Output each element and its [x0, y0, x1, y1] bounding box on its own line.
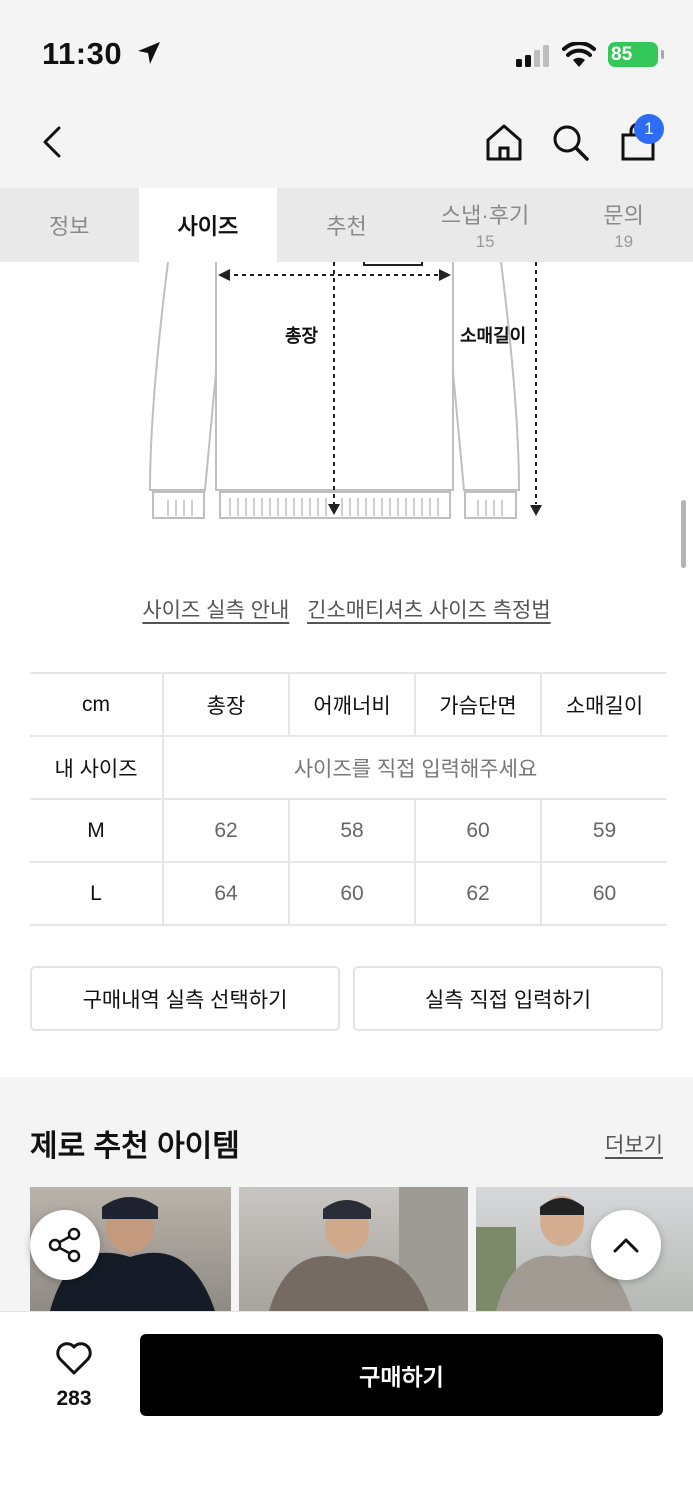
- tab-label: 추천: [326, 214, 367, 239]
- nav-bar: [0, 100, 693, 188]
- scroll-indicator[interactable]: [681, 500, 686, 568]
- product-image[interactable]: [238, 1187, 468, 1311]
- bottom-purchase-bar: 283 구매하기: [0, 1311, 693, 1500]
- recommendation-section: 제로 추천 아이템 더보기: [0, 1077, 693, 1317]
- size-diagram: 총장 소매길이: [0, 261, 693, 552]
- size-table: cm 총장 어깨너비 가슴단면 소매길이 내 사이즈 사이즈를 직접 입력해주세…: [30, 672, 667, 926]
- section-title: 제로 추천 아이템: [30, 1130, 240, 1163]
- table-cell: 58: [288, 798, 415, 863]
- home-icon: [486, 124, 522, 161]
- share-button[interactable]: [30, 1210, 100, 1280]
- product-tabs: 정보 사이즈 추천 스냅·후기 15 문의 19: [0, 188, 693, 262]
- scroll-to-top-button[interactable]: [591, 1210, 661, 1280]
- wifi-icon: [562, 42, 596, 67]
- chevron-up-icon: [613, 1238, 639, 1253]
- heart-icon: [56, 1342, 92, 1375]
- tab-label: 사이즈: [177, 214, 239, 239]
- column-header: 어깨너비: [288, 672, 415, 737]
- size-label: M: [30, 798, 164, 863]
- battery-level: 85: [611, 44, 633, 65]
- tab-recommend[interactable]: 추천: [277, 188, 416, 262]
- size-action-buttons: 구매내역 실측 선택하기 실측 직접 입력하기: [30, 966, 663, 1031]
- size-label: L: [30, 861, 164, 926]
- like-count: 283: [56, 1387, 92, 1410]
- table-header-row: cm 총장 어깨너비 가슴단면 소매길이: [30, 672, 667, 737]
- see-more-link[interactable]: 더보기: [605, 1129, 663, 1159]
- table-cell: 60: [414, 798, 541, 863]
- battery-tip: [661, 50, 664, 59]
- table-row: M 62 58 60 59: [30, 798, 667, 863]
- table-cell: 60: [288, 861, 415, 926]
- tab-count: 15: [475, 232, 495, 251]
- table-cell: 60: [540, 861, 667, 926]
- select-from-purchase-history-button[interactable]: 구매내역 실측 선택하기: [30, 966, 340, 1031]
- diagram-sleeve-label: 소매길이: [460, 326, 527, 346]
- my-size-row: 내 사이즈 사이즈를 직접 입력해주세요: [30, 735, 667, 800]
- size-guide-link[interactable]: 사이즈 실측 안내: [142, 599, 289, 622]
- share-icon: [48, 1227, 81, 1263]
- like-button[interactable]: 283: [44, 1340, 104, 1411]
- tab-label: 정보: [49, 214, 90, 239]
- tab-label: 스냅·후기: [440, 203, 530, 228]
- measure-method-link[interactable]: 긴소매티셔츠 사이즈 측정법: [307, 599, 551, 622]
- sweatshirt-diagram-illustration: [148, 261, 542, 519]
- tab-info[interactable]: 정보: [0, 188, 139, 262]
- size-guide-links: 사이즈 실측 안내 긴소매티셔츠 사이즈 측정법: [0, 594, 693, 624]
- column-header: 총장: [162, 672, 289, 737]
- status-bar: 11:30 85: [0, 0, 693, 100]
- column-header: 가슴단면: [414, 672, 541, 737]
- tab-inquiry[interactable]: 문의 19: [554, 188, 693, 262]
- buy-button[interactable]: 구매하기: [140, 1334, 663, 1416]
- search-icon: [553, 125, 589, 161]
- tab-label: 문의: [603, 203, 644, 228]
- home-button[interactable]: [480, 118, 528, 166]
- my-size-input[interactable]: 사이즈를 직접 입력해주세요: [162, 735, 667, 800]
- tab-size[interactable]: 사이즈: [138, 188, 278, 262]
- table-cell: 59: [540, 798, 667, 863]
- table-cell: 62: [414, 861, 541, 926]
- search-button[interactable]: [546, 118, 594, 166]
- cart-count-badge: 1: [634, 114, 664, 144]
- battery-indicator: 85: [608, 42, 664, 67]
- my-size-label: 내 사이즈: [30, 735, 164, 800]
- table-cell: 62: [162, 798, 289, 863]
- column-header: 소매길이: [540, 672, 667, 737]
- tab-snap-review[interactable]: 스냅·후기 15: [416, 188, 555, 262]
- location-arrow-icon: [138, 42, 160, 64]
- tab-count: 19: [614, 232, 634, 251]
- table-cell: 64: [162, 861, 289, 926]
- table-row: L 64 60 62 60: [30, 861, 667, 926]
- back-button[interactable]: [28, 118, 76, 166]
- unit-header: cm: [30, 672, 164, 737]
- status-time: 11:30: [42, 36, 123, 71]
- model-silhouette: [268, 1187, 468, 1311]
- diagram-length-label: 총장: [285, 326, 319, 346]
- chevron-left-icon: [43, 126, 61, 158]
- cellular-signal-icon: [516, 45, 549, 67]
- enter-measurements-button[interactable]: 실측 직접 입력하기: [353, 966, 663, 1031]
